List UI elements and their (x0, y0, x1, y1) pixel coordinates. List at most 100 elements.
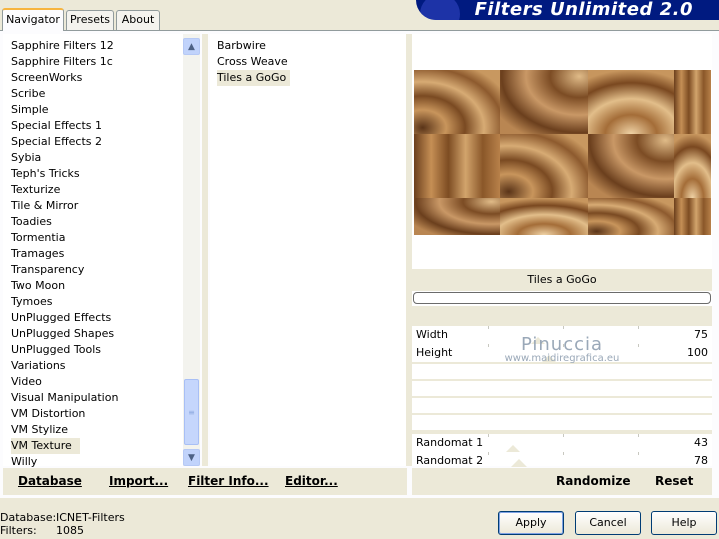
import-button[interactable]: Import... (109, 474, 168, 488)
database-label: Database: (0, 511, 57, 524)
parameter-area: Width 75 Height 100 Randomat 1 43 Random… (412, 306, 712, 467)
preview-panel: Tiles a GoGo Width 75 Height 100 Randoma… (412, 34, 712, 467)
scroll-thumb[interactable]: ≡ (184, 379, 199, 445)
database-info: Database:ICNET-Filters Filters: 1085 (0, 511, 125, 537)
tab-about[interactable]: About (116, 10, 160, 30)
cancel-button[interactable]: Cancel (575, 511, 641, 535)
filter-item[interactable]: Cross Weave (217, 54, 292, 70)
list-actions-bar: Database Import... Filter Info... Editor… (3, 468, 407, 495)
slider-tick (638, 452, 639, 455)
category-item[interactable]: Variations (11, 358, 66, 374)
category-item[interactable]: Sapphire Filters 1c (11, 54, 113, 70)
category-scrollbar[interactable]: ▲ ≡ ▼ (183, 34, 200, 466)
category-item[interactable]: UnPlugged Tools (11, 342, 101, 358)
slider-tick (638, 434, 639, 437)
category-item[interactable]: Tormentia (11, 230, 65, 246)
scroll-down-button[interactable]: ▼ (183, 449, 200, 466)
category-item[interactable]: Special Effects 1 (11, 118, 102, 134)
slider-thumb[interactable] (540, 355, 557, 363)
progress-bar (413, 292, 711, 304)
category-item[interactable]: Teph's Tricks (11, 166, 80, 182)
app-banner: Filters Unlimited 2.0 (416, 0, 719, 20)
category-item[interactable]: Video (11, 374, 42, 390)
reset-button[interactable]: Reset (655, 474, 693, 488)
param-height-label: Height (416, 346, 453, 359)
tab-navigator[interactable]: Navigator (2, 8, 64, 31)
randomize-button[interactable]: Randomize (556, 474, 630, 488)
help-button[interactable]: Help (651, 511, 717, 535)
category-list[interactable]: Sapphire Filters 12 Sapphire Filters 1c Sc… (3, 34, 183, 468)
empty-param-row (412, 415, 712, 430)
param-randomat2-value: 78 (694, 454, 708, 467)
category-item[interactable]: UnPlugged Effects (11, 310, 111, 326)
filters-count-value: 1085 (56, 524, 84, 537)
category-item[interactable]: Texturize (11, 182, 60, 198)
category-item[interactable]: Sapphire Filters 12 (11, 38, 114, 54)
editor-button[interactable]: Editor... (285, 474, 338, 488)
empty-param-row (412, 364, 712, 379)
param-height-slider[interactable]: Height 100 (412, 344, 712, 363)
param-actions-bar: Randomize Reset (412, 468, 712, 495)
database-button[interactable]: Database (18, 474, 82, 488)
slider-tick (488, 326, 489, 329)
preview-filter-name: Tiles a GoGo (412, 269, 712, 291)
slider-ticks (488, 326, 712, 344)
slider-ticks (488, 344, 712, 362)
param-randomat1-label: Randomat 1 (416, 436, 484, 449)
category-item[interactable]: Tile & Mirror (11, 198, 78, 214)
param-height-value: 100 (687, 346, 708, 359)
app-title: Filters Unlimited 2.0 (474, 0, 693, 20)
param-randomat1-value: 43 (694, 436, 708, 449)
database-value: ICNET-Filters (56, 511, 125, 524)
tab-presets[interactable]: Presets (66, 10, 114, 30)
slider-tick (563, 452, 564, 455)
filter-item[interactable]: Barbwire (217, 38, 270, 54)
slider-tick (638, 344, 639, 347)
slider-tick (638, 326, 639, 329)
slider-ticks (488, 434, 712, 452)
param-width-value: 75 (694, 328, 708, 341)
empty-param-row (412, 398, 712, 413)
category-item[interactable]: Two Moon (11, 278, 65, 294)
empty-param-row (412, 381, 712, 396)
param-randomat1-slider[interactable]: Randomat 1 43 (412, 434, 712, 453)
splitter[interactable] (202, 34, 208, 466)
category-item[interactable]: Visual Manipulation (11, 390, 118, 406)
category-item[interactable]: Toadies (11, 214, 52, 230)
preview-texture (414, 70, 711, 235)
param-randomat2-label: Randomat 2 (416, 454, 484, 467)
category-item[interactable]: Special Effects 2 (11, 134, 102, 150)
filter-list[interactable]: Barbwire Cross Weave Tiles a GoGo (210, 34, 406, 466)
slider-tick (488, 452, 489, 455)
slider-thumb[interactable] (511, 459, 528, 467)
category-item[interactable]: Tramages (11, 246, 64, 262)
navigator-panel: Sapphire Filters 12 Sapphire Filters 1c Sc… (0, 30, 719, 498)
param-randomat2-slider[interactable]: Randomat 2 78 (412, 452, 712, 467)
param-width-slider[interactable]: Width 75 (412, 326, 712, 345)
slider-tick (563, 344, 564, 347)
category-item[interactable]: ScreenWorks (11, 70, 82, 86)
chevron-down-icon: ▼ (188, 452, 195, 463)
category-item[interactable]: VM Stylize (11, 422, 68, 438)
category-item[interactable]: Simple (11, 102, 49, 118)
category-item[interactable]: UnPlugged Shapes (11, 326, 114, 342)
category-item[interactable]: Tymoes (11, 294, 52, 310)
filter-item[interactable]: Tiles a GoGo (217, 70, 291, 86)
chevron-up-icon: ▲ (188, 41, 195, 52)
category-item[interactable]: Scribe (11, 86, 45, 102)
filters-count-label: Filters: (0, 524, 37, 537)
preview-image (414, 70, 711, 235)
category-item[interactable]: VM Texture (11, 438, 80, 454)
slider-tick (488, 434, 489, 437)
grip-icon: ≡ (188, 407, 195, 417)
slider-tick (563, 434, 564, 437)
filter-info-button[interactable]: Filter Info... (188, 474, 269, 488)
scroll-up-button[interactable]: ▲ (183, 38, 200, 55)
category-item[interactable]: Transparency (11, 262, 84, 278)
param-width-label: Width (416, 328, 448, 341)
slider-tick (563, 326, 564, 329)
slider-tick (488, 344, 489, 347)
apply-button[interactable]: Apply (498, 511, 564, 535)
category-item[interactable]: VM Distortion (11, 406, 85, 422)
category-item[interactable]: Sybia (11, 150, 41, 166)
